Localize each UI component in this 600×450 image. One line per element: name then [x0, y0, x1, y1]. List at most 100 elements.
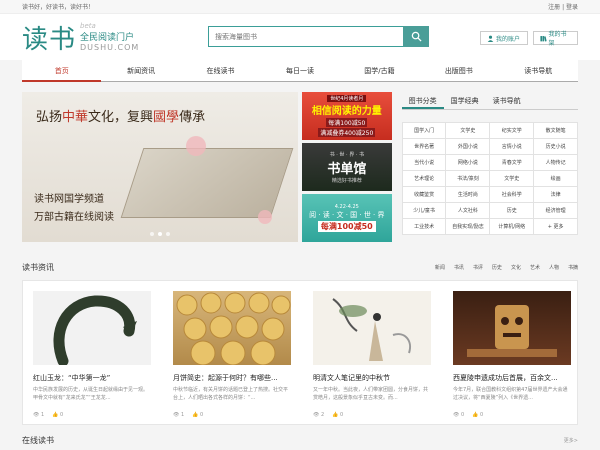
news-card[interactable]: 西夏陵申遗成功后首展，百余文... 今年7月，联合国教科文组织第47届世界遗产大… [453, 291, 571, 424]
news-tab[interactable]: 新闻 [435, 264, 445, 271]
news-tabs: 新闻 书讯 书评 历史 文化 艺术 人物 书摘 [435, 264, 578, 271]
category-item[interactable]: 网络小说 [446, 155, 491, 171]
news-tab[interactable]: 文化 [511, 264, 521, 271]
search-input[interactable] [208, 26, 403, 47]
category-grid: 国学入门 文学史 纪实文学 散文随笔 世界名著 外国小说 言情小说 历史小说 当代小说 网络小说青… [401, 122, 578, 235]
category-item[interactable]: 世界名著 [402, 139, 447, 155]
category-item[interactable]: 文学史 [490, 171, 535, 187]
news-card-title[interactable]: 月饼简史：起源于何时？有哪些... [173, 373, 291, 383]
news-card-image-jade-dragon[interactable] [33, 291, 151, 365]
promo2-subtitle: 精选好书推荐 [331, 177, 362, 184]
site-logo[interactable]: 读书 beta 全民阅读门户 DUSHU.COM [22, 19, 139, 56]
promo2-title: 书单馆 [327, 161, 367, 177]
news-card-meta: 👁 0 👍 0 [453, 412, 571, 418]
greeting-text: 读书好，好读书，读好书！ [22, 4, 95, 11]
like-count[interactable]: 👁 0 [453, 412, 464, 418]
news-tab[interactable]: 人物 [549, 264, 559, 271]
category-item[interactable]: 绘画 [534, 171, 578, 187]
news-card-meta: 👁 1 👍 0 [173, 412, 291, 418]
comment-count[interactable]: 👍 0 [472, 412, 483, 418]
category-item[interactable]: 当代小说 [402, 155, 447, 171]
category-item[interactable]: 法律 [534, 187, 578, 203]
like-count[interactable]: 👁 2 [313, 412, 324, 418]
news-tab[interactable]: 书讯 [454, 264, 464, 271]
login-register-links[interactable]: 注册 | 登录 [548, 2, 578, 11]
category-item[interactable]: 文学史 [446, 123, 491, 139]
category-item[interactable]: 艺术理论 [402, 171, 447, 187]
news-card-title[interactable]: 西夏陵申遗成功后首展，百余文... [453, 373, 571, 383]
category-item[interactable]: 工业技术 [402, 219, 447, 235]
my-bookshelf-button[interactable]: 我的书架 [533, 31, 578, 47]
like-count[interactable]: 👁 1 [173, 412, 184, 418]
news-card[interactable]: 明清文人笔记里的中秋节 又一年中秋。当此夜，人们带家团圆，分食月饼，共赏皓月，这… [313, 291, 431, 424]
carousel-dot[interactable] [149, 232, 154, 236]
like-count[interactable]: 👁 1 [33, 412, 44, 418]
carousel-dot[interactable] [165, 232, 170, 236]
category-item[interactable]: 生活时尚 [446, 187, 491, 203]
user-icon [487, 35, 494, 42]
promo-reading-month[interactable]: 世纪4月读者月 相信阅读的力量 每满100减50 满减叠券400减250 [301, 92, 392, 140]
category-item[interactable]: 人物传记 [534, 155, 578, 171]
category-item[interactable]: 历史小说 [534, 139, 578, 155]
category-item[interactable]: 书法/篆刻 [446, 171, 491, 187]
nav-published-books[interactable]: 出版图书 [419, 60, 498, 82]
news-card-meta: 👁 2 👍 0 [313, 412, 431, 418]
nav-home[interactable]: 首页 [22, 60, 102, 82]
nav-guoxue[interactable]: 国学/古籍 [340, 60, 419, 82]
tab-guoxue-classics[interactable]: 国学经典 [444, 92, 486, 109]
category-item[interactable]: 言情小说 [490, 139, 535, 155]
category-item[interactable]: 自我实现/励志 [446, 219, 491, 235]
search-button[interactable] [403, 26, 429, 47]
category-item[interactable]: 历史 [490, 203, 535, 219]
news-card[interactable]: 月饼简史：起源于何时？有哪些... 中秋节临近，有关月饼的话题已登上了热搜。社交… [173, 291, 291, 424]
category-item[interactable]: 散文随笔 [534, 123, 578, 139]
category-tabs: 图书分类 国学经典 读书导航 [401, 92, 578, 110]
category-item[interactable]: 国学入门 [402, 123, 447, 139]
news-card-meta: 👁 1 👍 0 [33, 412, 151, 418]
promo-booklist[interactable]: 书 · 世 · 界 · 书 书单馆 精选好书推荐 [301, 143, 392, 191]
search-bar [208, 26, 429, 47]
category-item[interactable]: + 更多 [534, 219, 578, 235]
hero-section: 弘扬中華文化，复興國學傳承 读书网国学频道 万部古籍在线阅读 世纪4月读者月 相… [22, 92, 578, 242]
nav-daily-read[interactable]: 每日一读 [260, 60, 339, 82]
category-item[interactable]: 青春文学 [490, 155, 535, 171]
category-item[interactable]: 社会科学 [490, 187, 535, 203]
carousel-dot[interactable] [157, 232, 162, 236]
category-item[interactable]: 少儿/童书 [402, 203, 447, 219]
promo1-coupon: 满减叠券400减250 [318, 128, 376, 137]
category-item[interactable]: 计算机/网络 [490, 219, 535, 235]
news-tab[interactable]: 历史 [492, 264, 502, 271]
banner-book-illustration [120, 148, 294, 218]
comment-count[interactable]: 👍 0 [332, 412, 343, 418]
category-item[interactable]: 纪实文学 [490, 123, 535, 139]
tab-reading-guide[interactable]: 读书导航 [486, 92, 528, 109]
news-card[interactable]: 红山玉龙：“中华第一龙” 中华民族发展的历史，从诞生日起就缘由于见一观。甲骨文中… [33, 291, 151, 424]
tab-book-categories[interactable]: 图书分类 [401, 92, 444, 109]
nav-reading-guide[interactable]: 读书导航 [499, 60, 578, 82]
main-banner[interactable]: 弘扬中華文化，复興國學傳承 读书网国学频道 万部古籍在线阅读 [22, 92, 298, 242]
my-account-button[interactable]: 我的账户 [480, 31, 528, 45]
category-item[interactable]: 经济管理 [534, 203, 578, 219]
banner-subtitle-2: 万部古籍在线阅读 [34, 212, 114, 223]
logo-subtitle: 全民阅读门户 [80, 33, 135, 43]
news-tab[interactable]: 艺术 [530, 264, 540, 271]
promo-reading-world[interactable]: 4.22-4.25 阅 · 读 · 文 · 国 · 世 · 界 每满100减50 [301, 194, 392, 242]
category-item[interactable]: 外国小说 [446, 139, 491, 155]
promo1-badge: 世纪4月读者月 [327, 95, 367, 102]
category-item[interactable]: 人文社科 [446, 203, 491, 219]
news-card-title[interactable]: 明清文人笔记里的中秋节 [313, 373, 431, 383]
news-card-summary: 中秋节临近，有关月饼的话题已登上了热搜。社交平台上，人们晒出各式各样的月饼：“.… [173, 387, 289, 401]
category-item[interactable]: 收藏鉴赏 [402, 187, 447, 203]
comment-count[interactable]: 👍 0 [52, 412, 63, 418]
news-card-image-painting[interactable] [313, 291, 431, 365]
nav-news[interactable]: 新闻资讯 [101, 60, 180, 82]
news-card-image-relics[interactable] [453, 291, 571, 365]
news-card-title[interactable]: 红山玉龙：“中华第一龙” [33, 373, 151, 383]
news-card-summary: 中华民族发展的历史，从诞生日起就缘由于见一观。甲骨文中就有“龙来氏龙”“王龙龙.… [33, 387, 149, 401]
news-tab[interactable]: 书摘 [568, 264, 578, 271]
comment-count[interactable]: 👍 0 [192, 412, 203, 418]
more-link[interactable]: 更多> [564, 437, 578, 444]
news-card-image-mooncakes[interactable] [173, 291, 291, 365]
news-tab[interactable]: 书评 [473, 264, 483, 271]
nav-online-reading[interactable]: 在线读书 [181, 60, 260, 82]
